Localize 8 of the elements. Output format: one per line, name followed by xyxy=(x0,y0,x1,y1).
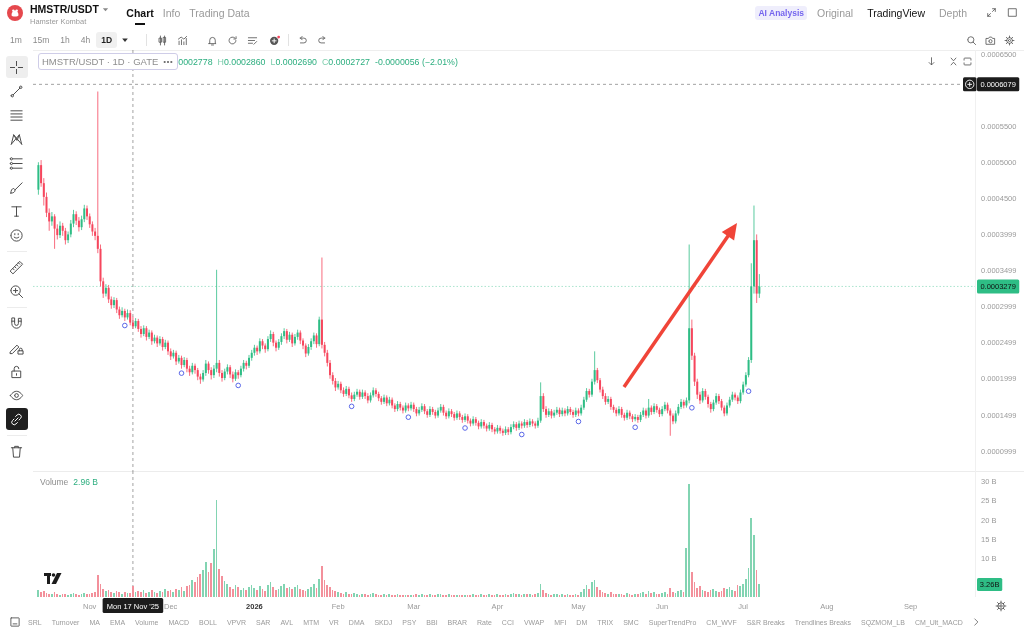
volume-value: 2.96 B xyxy=(73,477,98,487)
ohlc-value: H0.0002860 xyxy=(217,56,266,67)
ohlc-value: -0.0000056 (−2.01%) xyxy=(374,56,458,67)
ohlc-value: C0.0002727 xyxy=(322,56,370,67)
legend-title: HMSTR/USDT · 1D · GATE xyxy=(42,56,159,67)
ohlc-value: 0002778 xyxy=(178,56,213,67)
ohlc-value: L0.0002690 xyxy=(270,56,317,67)
volume-label: Volume xyxy=(40,477,69,487)
